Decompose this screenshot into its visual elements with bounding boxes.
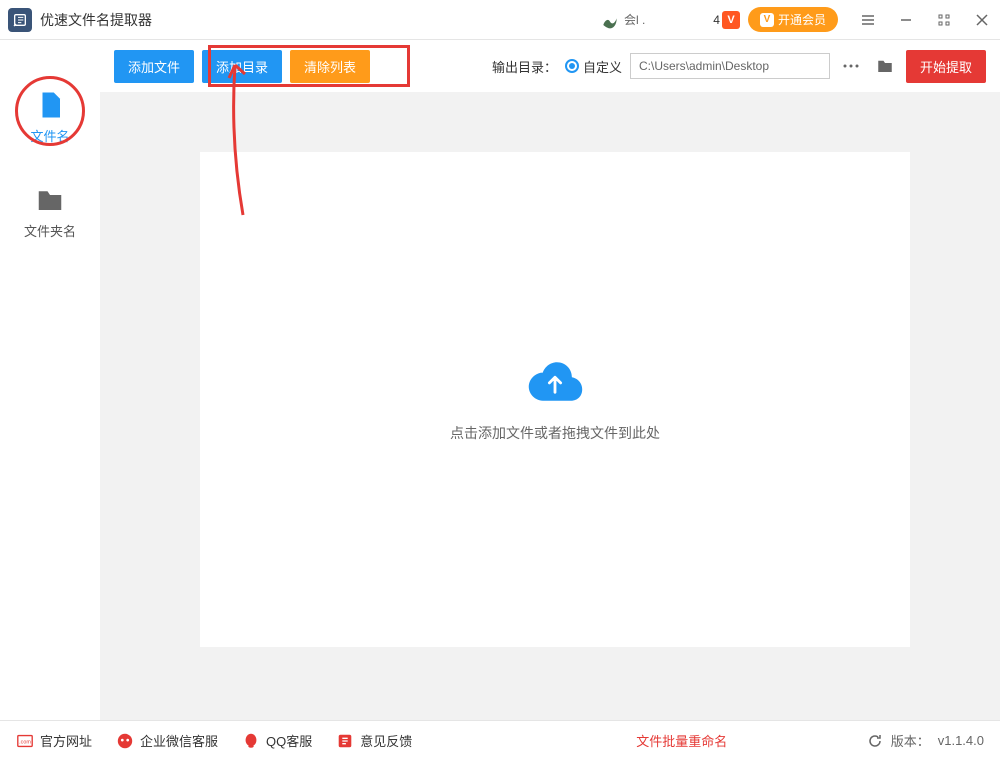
titlebar: 优速文件名提取器 会l . 4 V V 开通会员 (0, 0, 1000, 40)
version-value: v1.1.4.0 (938, 733, 984, 748)
user-name: 会l . (624, 11, 645, 28)
qq-icon (242, 732, 260, 750)
official-site-link[interactable]: .com 官方网址 (16, 731, 92, 750)
add-dir-button[interactable]: 添加目录 (202, 50, 282, 83)
feedback-link[interactable]: 意见反馈 (336, 731, 412, 750)
svg-text:.com: .com (19, 739, 31, 745)
user-area[interactable]: 会l . (600, 10, 645, 30)
minimize-button[interactable] (896, 10, 916, 30)
radio-custom[interactable]: 自定义 (565, 57, 622, 76)
main-area: 添加文件 添加目录 清除列表 输出目录： 自定义 开始提取 (100, 40, 1000, 720)
cloud-upload-icon (525, 357, 585, 405)
vip-badge: 4 V (713, 11, 740, 29)
sidebar-item-filename[interactable]: 文件名 (30, 90, 69, 145)
folder-icon (35, 185, 65, 215)
app-title: 优速文件名提取器 (40, 10, 152, 30)
output-path-input[interactable] (630, 53, 830, 79)
footer: .com 官方网址 企业微信客服 QQ客服 意见反馈 文件批量重命名 版本： v… (0, 720, 1000, 760)
web-icon: .com (16, 732, 34, 750)
maximize-button[interactable] (934, 10, 954, 30)
batch-rename-link[interactable]: 文件批量重命名 (636, 731, 727, 750)
sidebar-label: 文件夹名 (24, 221, 76, 240)
sidebar-item-foldername[interactable]: 文件夹名 (24, 185, 76, 240)
vip-v-icon: V (722, 11, 740, 29)
output-dir-label: 输出目录： (492, 57, 557, 76)
dropzone[interactable]: 点击添加文件或者拖拽文件到此处 (200, 152, 910, 647)
open-folder-button[interactable] (872, 53, 898, 79)
version-label: 版本： (891, 731, 930, 750)
browse-button[interactable] (838, 53, 864, 79)
menu-button[interactable] (858, 10, 878, 30)
feedback-icon (336, 732, 354, 750)
dropzone-text: 点击添加文件或者拖拽文件到此处 (450, 423, 660, 443)
qq-support-link[interactable]: QQ客服 (242, 731, 312, 750)
start-button[interactable]: 开始提取 (906, 50, 986, 83)
app-icon (8, 8, 32, 32)
user-avatar-icon (600, 10, 620, 30)
sidebar: 文件名 文件夹名 (0, 40, 100, 720)
highlight-circle (15, 76, 85, 146)
vip-btn-icon: V (760, 13, 774, 27)
wechat-icon (116, 732, 134, 750)
clear-list-button[interactable]: 清除列表 (290, 50, 370, 83)
close-button[interactable] (972, 10, 992, 30)
vip-button[interactable]: V 开通会员 (748, 7, 838, 32)
toolbar: 添加文件 添加目录 清除列表 输出目录： 自定义 开始提取 (100, 40, 1000, 92)
radio-dot-icon (565, 59, 579, 73)
wechat-support-link[interactable]: 企业微信客服 (116, 731, 218, 750)
add-file-button[interactable]: 添加文件 (114, 50, 194, 83)
refresh-icon[interactable] (867, 733, 883, 749)
